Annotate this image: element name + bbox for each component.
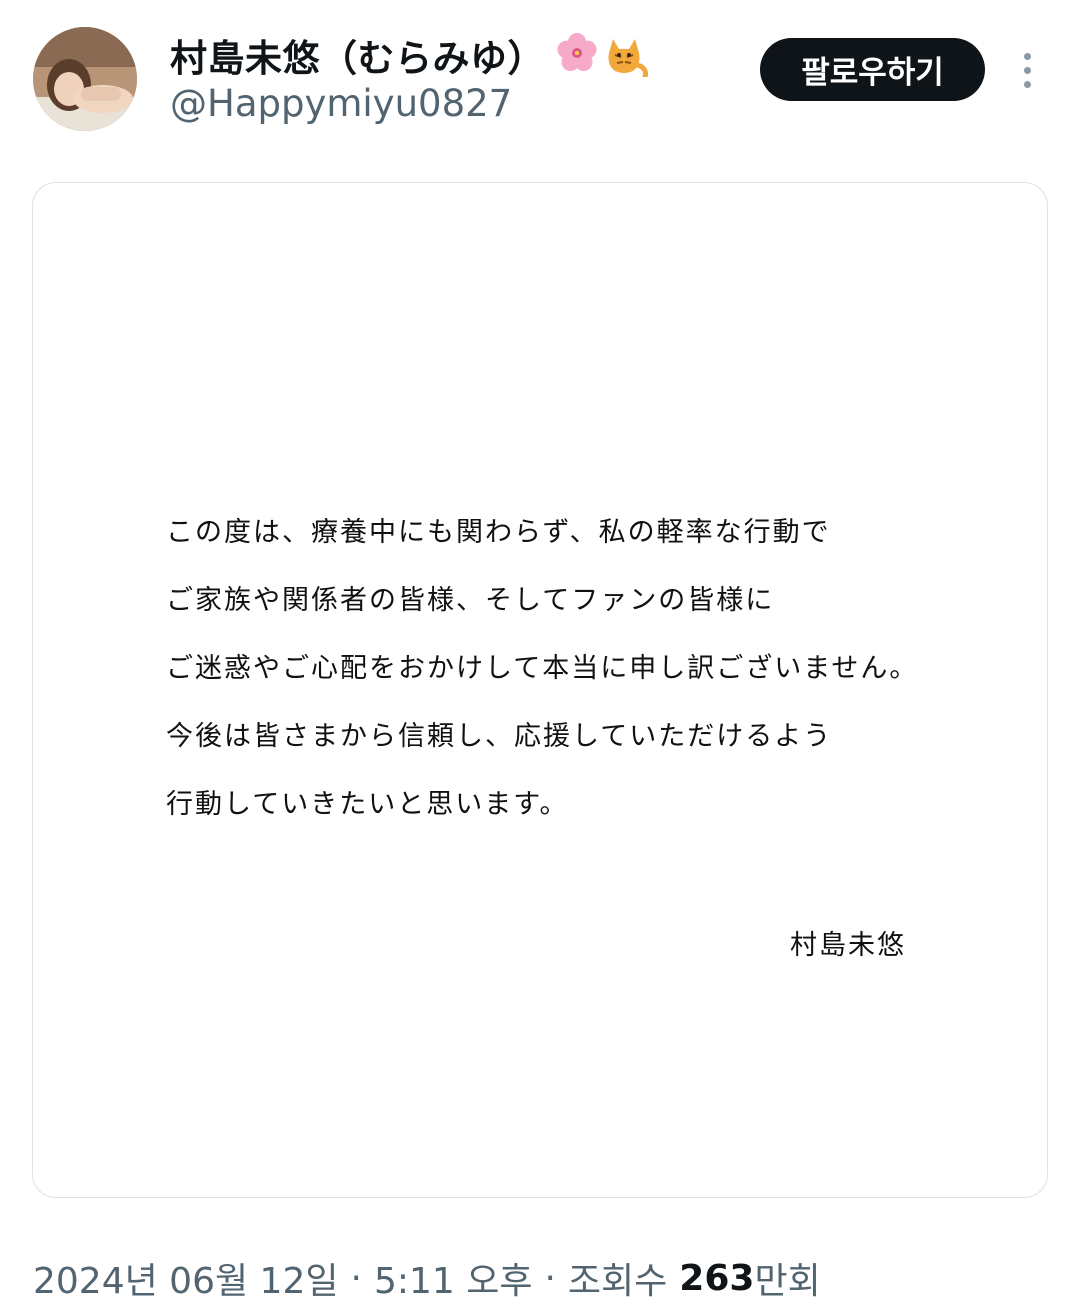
views-count: 263 (679, 1257, 755, 1299)
apology-letter: この度は、療養中にも関わらず、私の軽率な行動で ご家族や関係者の皆様、そしてファ… (166, 513, 918, 853)
user-handle[interactable]: @Happymiyu0827 (170, 82, 512, 125)
letter-line: この度は、療養中にも関わらず、私の軽率な行動で (166, 517, 831, 548)
more-dot (1023, 52, 1031, 60)
meta-separator: · (544, 1257, 556, 1299)
name-emoji (553, 29, 649, 81)
tweet-media-image[interactable]: この度は、療養中にも関わらず、私の軽率な行動で ご家族や関係者の皆様、そしてファ… (32, 182, 1048, 1198)
tweet-meta: 2024년 06월 12일 · 5:11 오후 · 조회수 263 만회 (33, 1252, 821, 1304)
more-vertical-icon[interactable] (1007, 48, 1047, 92)
letter-line: 今後は皆さまから信頼し、応援していただけるよう (166, 721, 833, 752)
avatar-photo (33, 27, 137, 131)
views-suffix: 만회 (754, 1261, 821, 1302)
display-name-row[interactable]: 村島未悠（むらみゆ） (170, 30, 649, 80)
avatar[interactable] (33, 27, 137, 131)
tweet-date[interactable]: 2024년 06월 12일 (33, 1252, 338, 1304)
tweet-header: 村島未悠（むらみゆ） @Happymiyu0827 팔로우하기 (0, 0, 1080, 150)
more-dot (1023, 66, 1031, 74)
tweet-time[interactable]: 5:11 오후 (374, 1252, 533, 1304)
letter-line: 行動していきたいと思います。 (166, 789, 569, 820)
more-dot (1023, 80, 1031, 88)
views-label: 조회수 (567, 1261, 668, 1302)
letter-line: ご迷惑やご心配をおかけして本当に申し訳ございません。 (166, 653, 919, 684)
follow-button[interactable]: 팔로우하기 (760, 38, 985, 101)
letter-line: ご家族や関係者の皆様、そしてファンの皆様に (166, 585, 775, 616)
letter-signature: 村島未悠 (790, 930, 906, 961)
display-name: 村島未悠（むらみゆ） (170, 37, 545, 80)
cherry-blossom-cat-icon (557, 33, 648, 80)
meta-separator: · (350, 1257, 362, 1299)
